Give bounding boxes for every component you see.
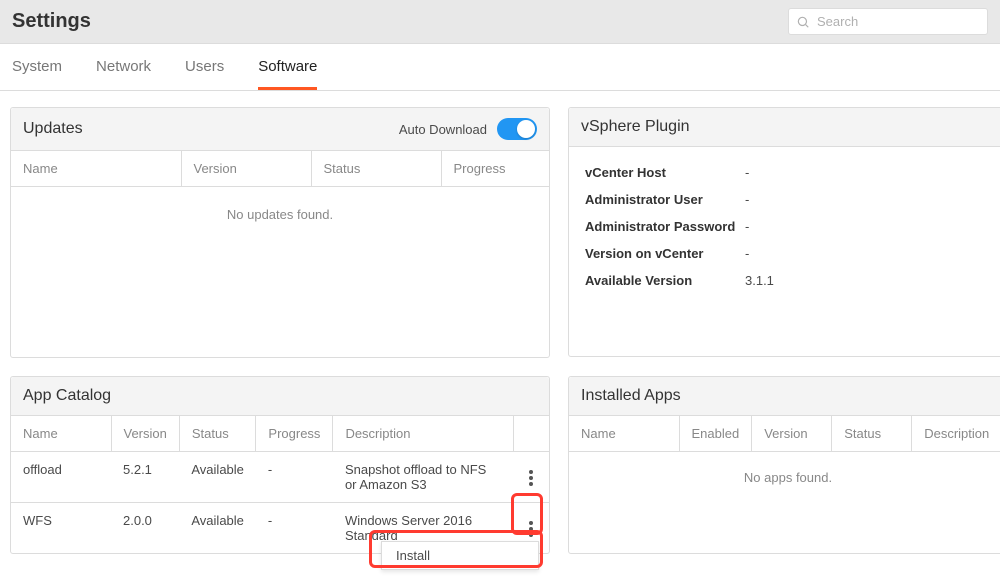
installed-apps-header: Installed Apps [569,377,1000,416]
tab-users[interactable]: Users [185,58,224,90]
top-bar: Settings [0,0,1000,44]
vsphere-body: vCenter Host - Administrator User - Admi… [569,147,1000,306]
updates-col-name: Name [11,151,181,187]
offload-actions-menu[interactable] [525,466,537,490]
auto-download-toggle[interactable] [497,118,537,140]
vsphere-title: vSphere Plugin [581,118,690,136]
catalog-row-wfs: WFS 2.0.0 Available - Windows Server 201… [11,503,549,554]
updates-title: Updates [23,120,83,138]
catalog-row-offload: offload 5.2.1 Available - Snapshot offlo… [11,452,549,503]
vsphere-voc-label: Version on vCenter [585,246,745,261]
wfs-description: Windows Server 2016 Standard [345,513,472,543]
wfs-action-wrap: Install [525,513,537,541]
search-input[interactable] [788,8,988,35]
catalog-col-status: Status [179,416,256,452]
updates-col-version: Version [181,151,311,187]
vsphere-row-availver: Available Version 3.1.1 [585,267,991,294]
offload-description: Snapshot offload to NFS or Amazon S3 [333,452,513,503]
search-wrap [788,8,988,35]
wfs-actions-menu[interactable] [525,517,537,541]
vsphere-pass-value: - [745,219,991,234]
vsphere-av-label: Available Version [585,273,745,288]
installed-apps-panel: Installed Apps Name Enabled Version Stat… [568,376,1000,554]
auto-download-label: Auto Download [399,122,487,137]
wfs-status: Available [179,503,256,554]
inst-col-name: Name [569,416,679,452]
install-menu-item[interactable]: Install [381,541,539,570]
vsphere-user-label: Administrator User [585,192,745,207]
offload-version: 5.2.1 [111,452,179,503]
catalog-col-progress: Progress [256,416,333,452]
catalog-col-name: Name [11,416,111,452]
inst-col-version: Version [752,416,832,452]
panels-grid: Updates Auto Download Name Version Statu… [0,91,1000,570]
vsphere-host-value: - [745,165,991,180]
app-catalog-table: Name Version Status Progress Description… [11,416,549,553]
updates-col-status: Status [311,151,441,187]
page-title: Settings [12,10,91,33]
catalog-col-description: Description [333,416,513,452]
vsphere-row-host: vCenter Host - [585,159,991,186]
search-icon [796,15,810,29]
inst-col-description: Description [912,416,1000,452]
offload-name: offload [11,452,111,503]
offload-progress: - [256,452,333,503]
installed-apps-table: Name Enabled Version Status Description [569,416,1000,452]
installed-apps-empty: No apps found. [569,452,1000,503]
tab-system[interactable]: System [12,58,62,90]
vsphere-av-value: 3.1.1 [745,273,991,288]
vsphere-header: vSphere Plugin [569,108,1000,147]
app-catalog-header: App Catalog [11,377,549,416]
vsphere-panel: vSphere Plugin vCenter Host - Administra… [568,107,1000,357]
vsphere-row-veroncenter: Version on vCenter - [585,240,991,267]
inst-col-status: Status [832,416,912,452]
wfs-version: 2.0.0 [111,503,179,554]
vsphere-row-pass: Administrator Password - [585,213,991,240]
vsphere-user-value: - [745,192,991,207]
inst-col-enabled: Enabled [679,416,752,452]
vsphere-row-user: Administrator User - [585,186,991,213]
vsphere-host-label: vCenter Host [585,165,745,180]
tabs: System Network Users Software [0,44,1000,91]
updates-col-progress: Progress [441,151,549,187]
auto-download-control: Auto Download [399,118,537,140]
updates-table: Name Version Status Progress [11,151,549,187]
catalog-col-version: Version [111,416,179,452]
updates-panel: Updates Auto Download Name Version Statu… [10,107,550,358]
catalog-col-actions [513,416,549,452]
tab-network[interactable]: Network [96,58,151,90]
app-catalog-title: App Catalog [23,387,111,405]
vsphere-voc-value: - [745,246,991,261]
installed-apps-title: Installed Apps [581,387,681,405]
vsphere-pass-label: Administrator Password [585,219,745,234]
app-catalog-panel: App Catalog Name Version Status Progress… [10,376,550,554]
updates-header: Updates Auto Download [11,108,549,151]
updates-empty: No updates found. [11,187,549,357]
offload-status: Available [179,452,256,503]
tab-software[interactable]: Software [258,58,317,90]
wfs-progress: - [256,503,333,554]
wfs-name: WFS [11,503,111,554]
